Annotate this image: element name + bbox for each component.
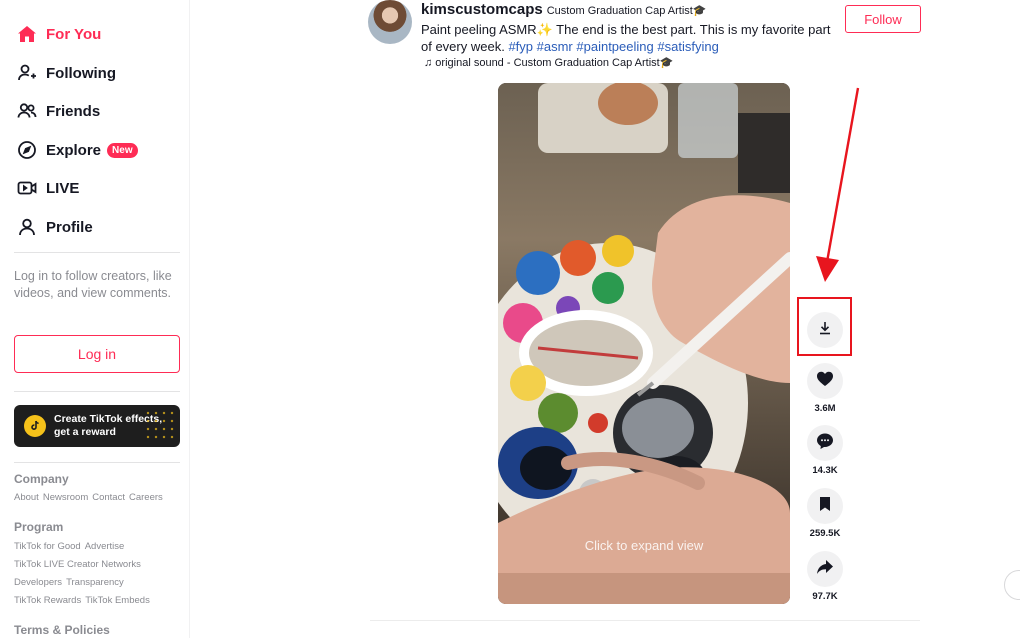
save-count: 259.5K [809, 528, 841, 539]
save-button[interactable] [807, 488, 843, 524]
comment-action: 14.3K [807, 425, 843, 476]
new-badge: New [107, 142, 138, 158]
footer-company-title: Company [14, 472, 69, 486]
share-icon [816, 559, 834, 580]
footer-program-links: TikTok for Good Advertise [14, 541, 124, 552]
footer-link[interactable]: TikTok Rewards [14, 595, 81, 606]
nav-explore[interactable]: Explore New [16, 138, 138, 162]
post-caption: Paint peeling ASMR✨ The end is the best … [421, 21, 831, 55]
friends-icon [16, 100, 38, 122]
profile-icon [16, 216, 38, 238]
footer-link[interactable]: Newsroom [43, 492, 88, 503]
share-count: 97.7K [812, 591, 838, 602]
like-button[interactable] [807, 363, 843, 399]
login-button[interactable]: Log in [14, 335, 180, 373]
like-action: 3.6M [807, 363, 843, 414]
annotation-arrow [816, 87, 860, 282]
hashtag-link[interactable]: #paintpeeling [576, 39, 653, 54]
footer-program-links: TikTok Rewards TikTok Embeds [14, 595, 150, 606]
share-button[interactable] [807, 551, 843, 587]
save-action: 259.5K [807, 488, 843, 539]
live-icon [16, 177, 38, 199]
nav-live[interactable]: LIVE [16, 176, 79, 200]
footer-program-links: Developers Transparency [14, 577, 124, 588]
nav-following[interactable]: Following [16, 61, 116, 85]
footer-program-links: TikTok LIVE Creator Networks [14, 559, 141, 570]
footer-link[interactable]: About [14, 492, 39, 503]
like-count: 3.6M [814, 403, 836, 414]
decorative-dots [144, 409, 174, 443]
sidebar-divider [14, 462, 180, 463]
compass-icon [16, 139, 38, 161]
tiktok-page: For You Following Friends Explore New LI… [0, 0, 1020, 638]
nav-for-you[interactable]: For You [16, 22, 101, 46]
comment-count: 14.3K [812, 465, 838, 476]
comment-icon [816, 432, 834, 455]
footer-terms-title[interactable]: Terms & Policies [14, 623, 110, 637]
share-action: 97.7K [807, 551, 843, 602]
sidebar: For You Following Friends Explore New LI… [0, 0, 190, 638]
nav-profile[interactable]: Profile [16, 215, 93, 239]
author-avatar[interactable] [368, 0, 412, 44]
follow-button[interactable]: Follow [845, 5, 921, 33]
nav-label: Friends [46, 102, 101, 120]
annotation-highlight-box [797, 297, 852, 356]
nav-label: Explore [46, 141, 102, 159]
heart-icon [816, 370, 834, 393]
bookmark-icon [818, 496, 832, 517]
author-nickname: Custom Graduation Cap Artist🎓 [546, 5, 707, 17]
expand-view-hint: Click to expand view [584, 538, 704, 553]
footer-link[interactable]: TikTok Embeds [85, 595, 150, 606]
footer-link[interactable]: TikTok LIVE Creator Networks [14, 559, 141, 570]
author-username[interactable]: kimscustomcaps [421, 1, 543, 18]
comment-button[interactable] [807, 425, 843, 461]
login-hint: Log in to follow creators, like videos, … [14, 269, 172, 300]
footer-link[interactable]: Advertise [85, 541, 125, 552]
hashtag-link[interactable]: #fyp [508, 39, 533, 54]
sidebar-divider [14, 252, 180, 253]
video-frame [498, 83, 790, 604]
scroll-button[interactable] [1004, 570, 1020, 600]
footer-link[interactable]: Contact [92, 492, 125, 503]
effects-line-2: get a reward [54, 426, 116, 438]
nav-label: For You [46, 25, 102, 43]
sidebar-divider [14, 391, 180, 392]
nav-label: Profile [46, 218, 93, 236]
following-icon [16, 62, 38, 84]
tiktok-coin-icon [24, 415, 46, 437]
feed-divider [370, 620, 920, 621]
footer-link[interactable]: Careers [129, 492, 163, 503]
footer-link[interactable]: Transparency [66, 577, 124, 588]
hashtag-link[interactable]: #asmr [537, 39, 573, 54]
hashtag-link[interactable]: #satisfying [657, 39, 718, 54]
create-effects-banner[interactable]: Create TikTok effects, get a reward [14, 405, 180, 447]
home-icon [16, 23, 38, 45]
footer-company-links: About Newsroom Contact Careers [14, 492, 163, 503]
video-player[interactable]: Click to expand view [498, 83, 790, 604]
footer-link[interactable]: Developers [14, 577, 62, 588]
author-line: kimscustomcaps Custom Graduation Cap Art… [421, 1, 707, 18]
nav-label: LIVE [46, 179, 80, 197]
footer-link[interactable]: TikTok for Good [14, 541, 81, 552]
nav-friends[interactable]: Friends [16, 99, 100, 123]
nav-label: Following [46, 64, 116, 82]
sound-link[interactable]: ♫ original sound - Custom Graduation Cap… [424, 56, 673, 69]
footer-program-title: Program [14, 520, 64, 534]
